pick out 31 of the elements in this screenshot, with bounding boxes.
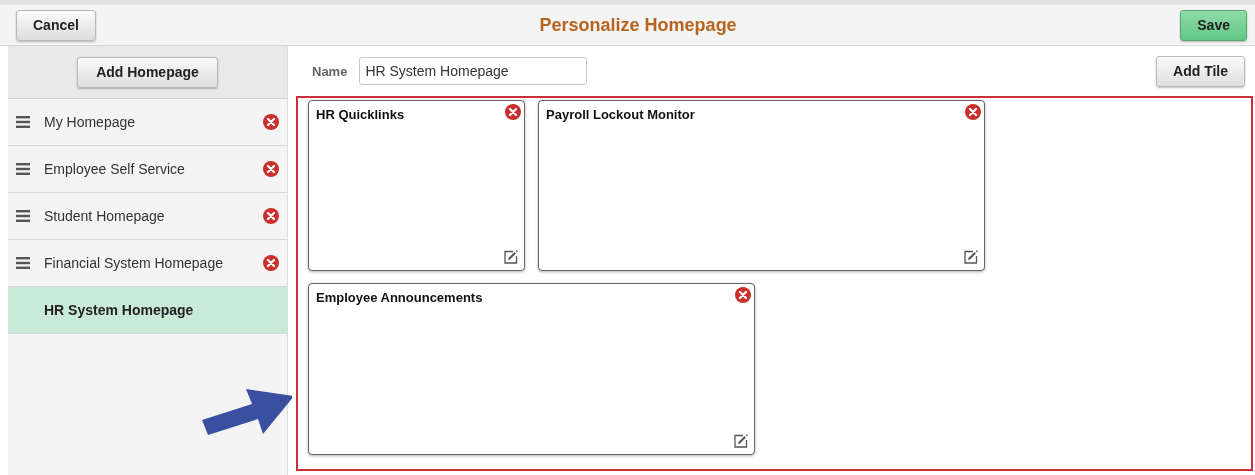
- add-homepage-button[interactable]: Add Homepage: [77, 56, 218, 88]
- homepage-item[interactable]: Employee Self Service: [8, 146, 287, 193]
- name-field[interactable]: HR System Homepage: [359, 57, 588, 85]
- cancel-button[interactable]: Cancel: [16, 9, 96, 41]
- edit-icon[interactable]: [734, 434, 748, 448]
- edit-icon[interactable]: [504, 250, 518, 264]
- edit-icon[interactable]: [964, 250, 978, 264]
- tile-title: Payroll Lockout Monitor: [546, 107, 695, 122]
- save-button[interactable]: Save: [1180, 9, 1247, 41]
- tile[interactable]: HR Quicklinks: [308, 100, 525, 271]
- homepage-item[interactable]: My Homepage: [8, 99, 287, 146]
- tile[interactable]: Employee Announcements: [308, 283, 755, 455]
- homepage-item[interactable]: Student Homepage: [8, 193, 287, 240]
- name-label: Name: [312, 63, 348, 79]
- tile[interactable]: Payroll Lockout Monitor: [538, 100, 985, 271]
- tile-title: Employee Announcements: [316, 290, 483, 305]
- add-tile-button[interactable]: Add Tile: [1156, 55, 1245, 87]
- drag-handle-icon[interactable]: [16, 210, 30, 222]
- remove-icon[interactable]: [263, 114, 279, 130]
- remove-icon[interactable]: [263, 161, 279, 177]
- drag-handle-icon[interactable]: [16, 257, 30, 269]
- remove-icon[interactable]: [505, 104, 521, 120]
- homepage-item[interactable]: HR System Homepage: [8, 287, 287, 334]
- remove-icon[interactable]: [263, 208, 279, 224]
- remove-icon[interactable]: [735, 287, 751, 303]
- tile-title: HR Quicklinks: [316, 107, 405, 122]
- drag-handle-icon[interactable]: [16, 116, 30, 128]
- page-title: Personalize Homepage: [539, 14, 737, 36]
- drag-handle-icon[interactable]: [16, 163, 30, 175]
- remove-icon[interactable]: [263, 255, 279, 271]
- remove-icon[interactable]: [965, 104, 981, 120]
